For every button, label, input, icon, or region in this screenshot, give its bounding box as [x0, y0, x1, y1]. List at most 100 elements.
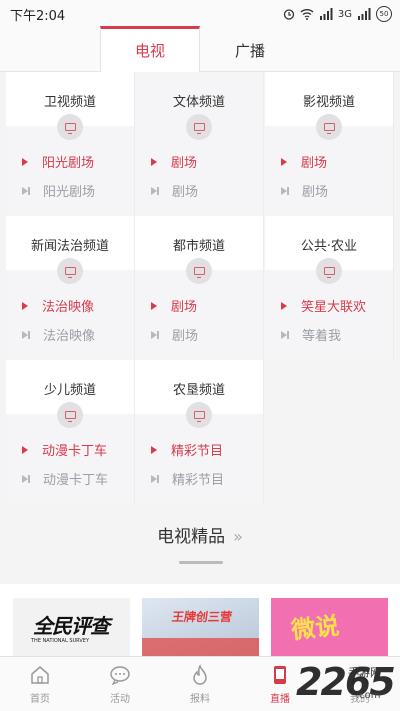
premium-thumbnails: 全民评查 THE NATIONAL SURVEY 王牌创三营 微说: [0, 584, 400, 656]
play-icon: [151, 301, 157, 310]
nav-label: 活动: [110, 694, 130, 705]
next-icon: [22, 330, 31, 339]
tab-radio[interactable]: 广播: [200, 28, 300, 72]
up-next-title: 精彩节目: [172, 473, 225, 488]
program-thumbnail[interactable]: 微说: [271, 598, 388, 656]
nav-activity[interactable]: 活动: [80, 657, 160, 711]
now-playing-title: 法治映像: [42, 300, 95, 315]
program-thumbnail[interactable]: 全民评查 THE NATIONAL SURVEY: [13, 598, 130, 656]
play-icon: [22, 301, 28, 310]
now-playing[interactable]: 动漫卡丁车: [22, 440, 107, 459]
next-icon: [281, 186, 290, 195]
next-icon: [151, 330, 160, 339]
now-playing[interactable]: 阳光剧场: [22, 152, 94, 171]
status-bar: 下午2:04 3G 50: [0, 0, 400, 28]
now-playing[interactable]: 剧场: [151, 152, 197, 171]
signal-icon: [319, 8, 333, 20]
section-underline: [179, 561, 223, 564]
nav-home[interactable]: 首页: [0, 657, 80, 711]
up-next[interactable]: 阳光剧场: [22, 181, 95, 200]
now-playing-title: 剧场: [171, 300, 198, 315]
up-next[interactable]: 剧场: [151, 325, 198, 344]
chevron-right-icon: »: [233, 527, 243, 546]
now-playing-title: 笑星大联欢: [301, 300, 367, 315]
channel-card[interactable]: 都市频道 剧场 剧场: [135, 216, 264, 360]
tv-icon: [57, 114, 83, 140]
now-playing-title: 精彩节目: [171, 444, 224, 459]
nav-label: 首页: [30, 694, 50, 705]
thumbnail-title: 微说: [289, 611, 341, 645]
now-playing[interactable]: 剧场: [281, 152, 327, 171]
now-playing-title: 阳光剧场: [42, 156, 95, 171]
thumbnail-title: 全民评查: [33, 614, 110, 638]
status-icons: 3G 50: [283, 6, 392, 22]
play-icon: [281, 301, 287, 310]
flame-icon: [193, 664, 207, 685]
tv-icon: [57, 258, 83, 284]
next-icon: [151, 474, 160, 483]
alarm-icon: [283, 9, 295, 20]
program-thumbnail[interactable]: 王牌创三营: [142, 598, 259, 656]
signal-icon-2: [358, 8, 371, 20]
channel-card[interactable]: 公共·农业 笑星大联欢 等着我: [265, 216, 394, 360]
tv-icon: [186, 258, 212, 284]
tv-icon: [186, 114, 212, 140]
now-playing[interactable]: 笑星大联欢: [281, 296, 366, 315]
empty-cell: [265, 360, 394, 504]
tv-icon: [57, 402, 83, 428]
up-next[interactable]: 动漫卡丁车: [22, 469, 108, 488]
premium-section-header[interactable]: 电视精品 »: [0, 522, 400, 547]
play-icon: [22, 445, 28, 454]
up-next-title: 阳光剧场: [43, 185, 96, 200]
next-icon: [151, 186, 160, 195]
channel-card[interactable]: 影视频道 剧场 剧场: [265, 72, 394, 216]
up-next[interactable]: 法治映像: [22, 325, 95, 344]
up-next-title: 法治映像: [43, 329, 96, 344]
live-tv-icon: [274, 666, 286, 684]
now-playing-title: 剧场: [301, 156, 328, 171]
watermark-domain: .com: [356, 690, 381, 701]
now-playing-title: 剧场: [171, 156, 198, 171]
status-time: 下午2:04: [10, 8, 66, 24]
up-next-title: 剧场: [302, 185, 329, 200]
now-playing[interactable]: 精彩节目: [151, 440, 223, 459]
now-playing-title: 动漫卡丁车: [42, 444, 108, 459]
channel-card[interactable]: 文体频道 剧场 剧场: [135, 72, 264, 216]
nav-report[interactable]: 报料: [160, 657, 240, 711]
next-icon: [281, 330, 290, 339]
network-type: 3G: [337, 8, 352, 20]
channel-card[interactable]: 新闻法治频道 法治映像 法治映像: [6, 216, 135, 360]
play-icon: [151, 445, 157, 454]
thumbnail-title: 王牌创三营: [170, 610, 233, 624]
up-next-title: 动漫卡丁车: [43, 473, 109, 488]
chat-bubble-icon: [110, 666, 130, 686]
up-next[interactable]: 精彩节目: [151, 469, 224, 488]
up-next[interactable]: 剧场: [151, 181, 198, 200]
play-icon: [22, 157, 28, 166]
nav-label: 报料: [190, 694, 210, 705]
home-icon: [31, 666, 49, 684]
tv-icon: [186, 402, 212, 428]
now-playing[interactable]: 法治映像: [22, 296, 94, 315]
battery-icon: 50: [376, 6, 392, 22]
channel-card[interactable]: 卫视频道 阳光剧场 阳光剧场: [6, 72, 135, 216]
channel-card[interactable]: 农垦频道 精彩节目 精彩节目: [135, 360, 264, 504]
now-playing[interactable]: 剧场: [151, 296, 197, 315]
up-next-title: 剧场: [172, 185, 199, 200]
thumbnail-subtitle: THE NATIONAL SURVEY: [31, 638, 90, 644]
wifi-icon: [300, 9, 314, 20]
next-icon: [22, 186, 31, 195]
up-next[interactable]: 等着我: [281, 325, 341, 344]
next-icon: [22, 474, 31, 483]
tab-tv[interactable]: 电视: [100, 26, 200, 72]
up-next-title: 剧场: [172, 329, 199, 344]
play-icon: [281, 157, 287, 166]
play-icon: [151, 157, 157, 166]
tv-icon: [316, 258, 342, 284]
up-next[interactable]: 剧场: [281, 181, 328, 200]
up-next-title: 等着我: [302, 329, 342, 344]
watermark-site: 手游网: [348, 666, 381, 679]
tv-icon: [316, 114, 342, 140]
channel-type-tabs: 电视 广播: [0, 26, 400, 72]
channel-card[interactable]: 少儿频道 动漫卡丁车 动漫卡丁车: [6, 360, 135, 504]
